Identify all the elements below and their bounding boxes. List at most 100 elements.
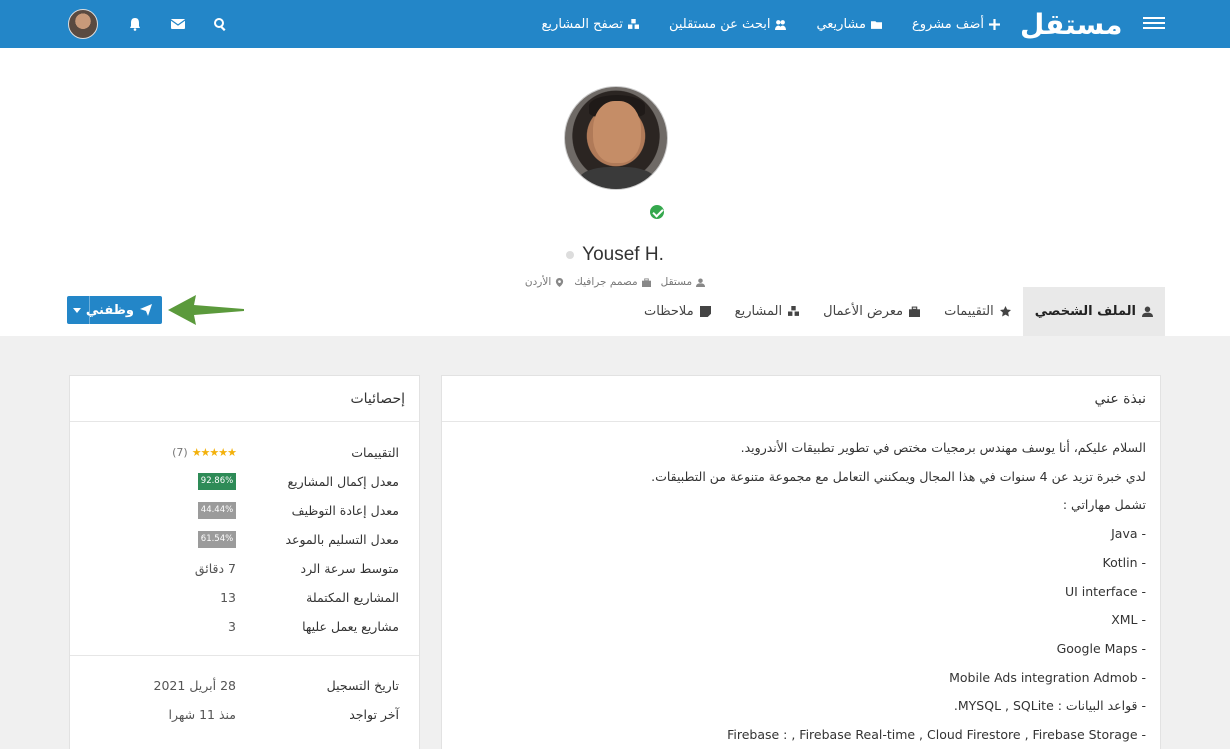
plus-icon bbox=[989, 18, 1000, 30]
stats-value: 13 bbox=[220, 590, 236, 605]
tab-profile[interactable]: الملف الشخصي bbox=[1022, 287, 1165, 336]
stats-row-date: آخر تواجد منذ 11 شهرا bbox=[70, 700, 419, 729]
profile-avatar bbox=[564, 86, 668, 190]
hire-button-separator bbox=[89, 296, 90, 324]
stats-key: معدل إكمال المشاريع bbox=[287, 474, 400, 489]
envelope-icon[interactable] bbox=[171, 17, 185, 31]
about-body: السلام عليكم، أنا يوسف مهندس برمجيات مخت… bbox=[442, 422, 1160, 749]
stats-row: معدل إعادة التوظيف 44.44% bbox=[70, 496, 419, 525]
stats-key: تاريخ التسجيل bbox=[326, 678, 399, 693]
stats-panel: إحصائيات التقييمات ★★★★★ (7) معدل إكمال … bbox=[69, 375, 420, 749]
folder-icon bbox=[870, 20, 882, 29]
stats-row: متوسط سرعة الرد 7 دقائق bbox=[70, 554, 419, 583]
users-icon bbox=[775, 19, 787, 30]
about-line: - Mobile Ads integration Admob bbox=[949, 669, 1146, 685]
rating-count: (7) bbox=[172, 446, 188, 459]
stats-title: إحصائيات bbox=[70, 376, 419, 422]
about-line: - Kotlin bbox=[1102, 554, 1146, 570]
about-panel: نبذة عني السلام عليكم، أنا يوسف مهندس بر… bbox=[441, 375, 1161, 749]
stats-key: متوسط سرعة الرد bbox=[300, 561, 400, 576]
online-check-icon bbox=[648, 203, 666, 221]
about-line: السلام عليكم، أنا يوسف مهندس برمجيات مخت… bbox=[740, 440, 1146, 455]
site-logo[interactable]: مستقل bbox=[1020, 6, 1123, 42]
about-title: نبذة عني bbox=[442, 376, 1160, 422]
hire-button-main[interactable]: وظفني bbox=[86, 303, 162, 318]
meta-location-label: الأردن bbox=[524, 276, 552, 288]
stats-value: 28 أبريل 2021 bbox=[153, 678, 236, 693]
paper-plane-icon bbox=[140, 304, 152, 316]
stats-row-rating: التقييمات ★★★★★ (7) bbox=[70, 438, 419, 467]
stats-row: معدل التسليم بالموعد 61.54% bbox=[70, 525, 419, 554]
percentage-badge: 61.54% bbox=[198, 531, 236, 548]
about-line: - Google Maps bbox=[1056, 640, 1146, 656]
stats-key: التقييمات bbox=[351, 445, 399, 460]
stats-row: المشاريع المكتملة 13 bbox=[70, 583, 419, 612]
tab-notes[interactable]: ملاحظات bbox=[632, 287, 723, 336]
nav-link-label: أضف مشروع bbox=[911, 16, 984, 32]
profile-name: Yousef H. bbox=[0, 244, 1230, 266]
nav-link-label: ابحث عن مستقلين bbox=[668, 16, 771, 32]
bell-icon[interactable] bbox=[128, 17, 142, 31]
hire-button[interactable]: وظفني bbox=[67, 296, 162, 324]
about-line: - XML bbox=[1111, 612, 1146, 628]
stats-key: معدل إعادة التوظيف bbox=[291, 503, 399, 518]
search-icon[interactable] bbox=[213, 17, 227, 31]
arrow-annotation-icon bbox=[168, 295, 244, 325]
tab-portfolio[interactable]: معرض الأعمال bbox=[811, 287, 932, 336]
nav-add-project[interactable]: أضف مشروع bbox=[912, 17, 1000, 32]
chevron-down-icon[interactable] bbox=[73, 308, 81, 313]
about-line: - Java bbox=[1111, 526, 1146, 542]
stats-row-date: تاريخ التسجيل 28 أبريل 2021 bbox=[70, 671, 419, 700]
stats-value: 92.86% bbox=[90, 473, 236, 490]
about-line: - UI interface bbox=[1064, 583, 1146, 599]
about-line: تشمل مهاراتي : bbox=[1062, 497, 1146, 513]
briefcase-icon bbox=[909, 306, 921, 317]
profile-name-text: Yousef H. bbox=[582, 244, 664, 265]
nav-links: أضف مشروع مشاريعي ابحث عن مستقلين تصفح ا… bbox=[542, 0, 1000, 48]
tab-projects[interactable]: المشاريع bbox=[723, 287, 811, 336]
briefcase-icon bbox=[641, 277, 651, 287]
meta-title-label: مصمم جرافيك bbox=[574, 276, 638, 288]
stats-list: التقييمات ★★★★★ (7) معدل إكمال المشاريع … bbox=[70, 422, 419, 729]
stats-value: 61.54% bbox=[90, 531, 236, 548]
profile-tabs: الملف الشخصي التقييمات معرض الأعمال المش… bbox=[632, 287, 1165, 336]
menu-icon[interactable] bbox=[1143, 14, 1165, 34]
stats-value: 3 bbox=[228, 619, 236, 634]
tab-reviews[interactable]: التقييمات bbox=[932, 287, 1023, 336]
about-line: - Firebase : , Firebase Real-time , Clou… bbox=[727, 727, 1146, 743]
stats-divider bbox=[70, 655, 419, 656]
tab-label: التقييمات bbox=[944, 304, 994, 319]
stats-key: المشاريع المكتملة bbox=[306, 590, 399, 605]
user-icon bbox=[1142, 306, 1153, 317]
percentage-badge: 44.44% bbox=[198, 502, 236, 519]
user-icon bbox=[696, 277, 706, 287]
tab-label: الملف الشخصي bbox=[1034, 304, 1136, 319]
status-dot bbox=[566, 250, 575, 259]
cubes-icon bbox=[627, 18, 639, 29]
stats-key: معدل التسليم بالموعد bbox=[285, 532, 399, 547]
cubes-icon bbox=[788, 306, 800, 316]
about-line: - قواعد البيانات : MYSQL , SQLite. bbox=[953, 698, 1146, 714]
star-icon bbox=[999, 306, 1011, 317]
note-icon bbox=[699, 306, 711, 317]
rating-stars-icon: ★★★★★ bbox=[191, 446, 237, 459]
stats-row: معدل إكمال المشاريع 92.86% bbox=[70, 467, 419, 496]
nav-link-label: مشاريعي bbox=[816, 16, 866, 32]
stats-value: 7 دقائق bbox=[194, 561, 236, 576]
tab-label: معرض الأعمال bbox=[823, 304, 904, 319]
stats-value: ★★★★★ (7) bbox=[90, 446, 237, 459]
map-pin-icon bbox=[556, 277, 564, 287]
hire-button-label: وظفني bbox=[85, 302, 134, 318]
about-line: لدي خبرة تزيد عن 4 سنوات في هذا المجال و… bbox=[651, 468, 1146, 484]
stats-value: منذ 11 شهرا bbox=[168, 707, 236, 722]
stats-key: مشاريع يعمل عليها bbox=[302, 619, 399, 634]
nav-link-label: تصفح المشاريع bbox=[541, 16, 623, 32]
nav-find-freelancers[interactable]: ابحث عن مستقلين bbox=[669, 17, 787, 32]
nav-browse-projects[interactable]: تصفح المشاريع bbox=[542, 17, 639, 32]
stats-key: آخر تواجد bbox=[349, 707, 399, 722]
percentage-badge: 92.86% bbox=[198, 473, 236, 490]
nav-avatar[interactable] bbox=[68, 9, 98, 39]
stats-row: مشاريع يعمل عليها 3 bbox=[70, 612, 419, 641]
nav-my-projects[interactable]: مشاريعي bbox=[816, 17, 882, 32]
top-navbar: مستقل أضف مشروع مشاريعي ابحث عن مستقلين … bbox=[0, 0, 1230, 48]
